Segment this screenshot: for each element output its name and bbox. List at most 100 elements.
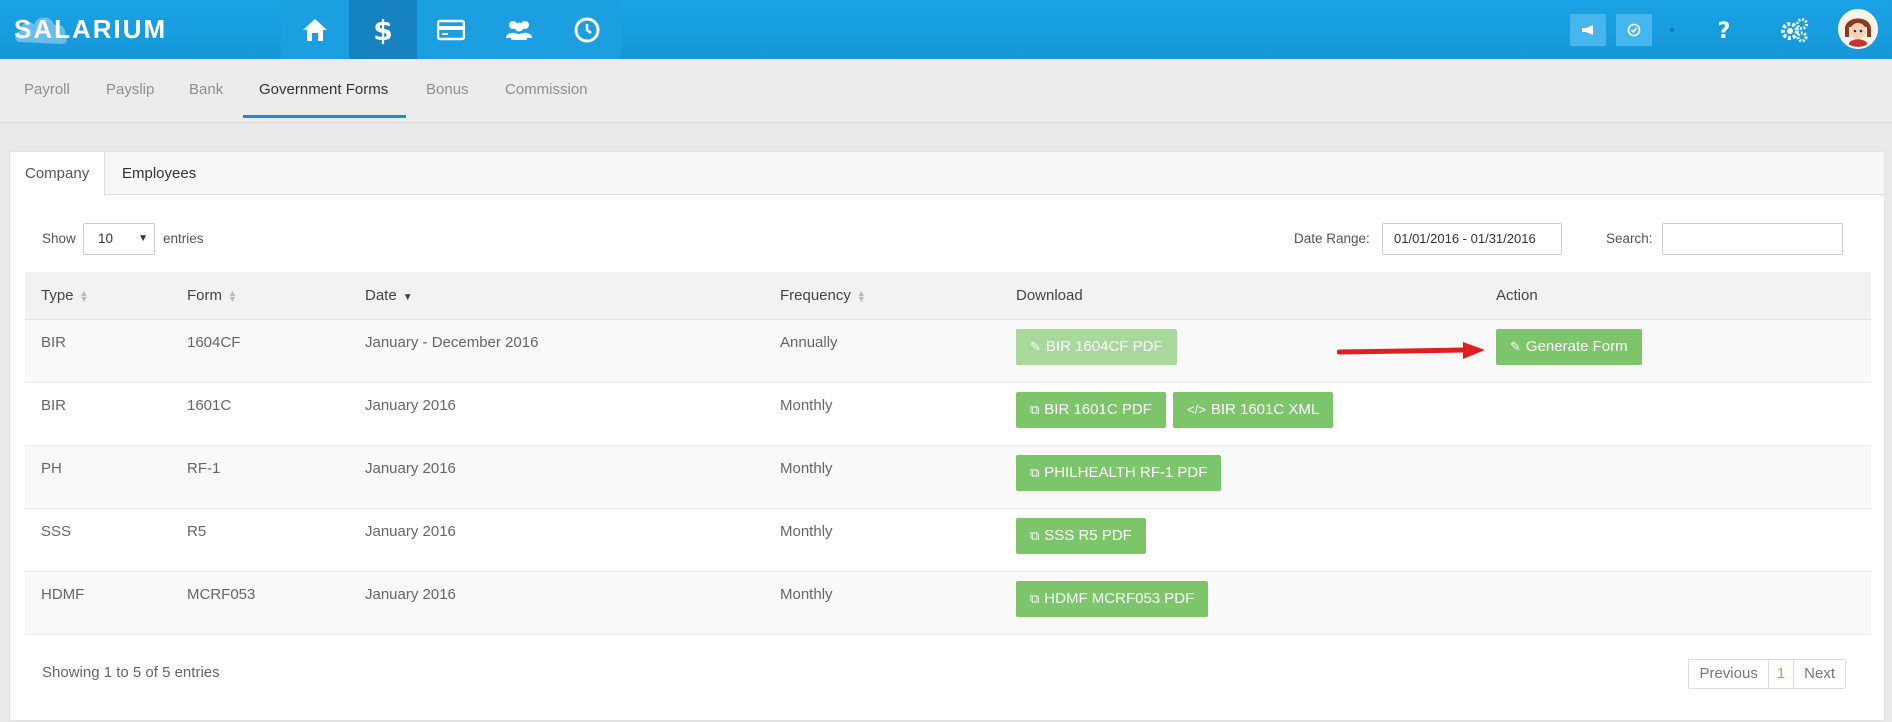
cell-frequency: Monthly [764,508,1000,572]
tab-employees[interactable]: Employees [107,152,211,195]
nav-time[interactable] [553,0,621,59]
check-circle-icon [1627,23,1641,37]
cell-date: January 2016 [349,571,764,635]
edit-icon: ✎ [1510,338,1521,354]
sort-icon: ▲ ▼ [79,287,89,304]
subnav-payslip[interactable]: Payslip [106,59,154,118]
nav-payroll[interactable]: $ [349,0,417,59]
cell-download: ⧉ BIR 1601C PDF </> BIR 1601C XML [1000,382,1480,446]
download-philhealth-rf1-pdf-button[interactable]: ⧉ PHILHEALTH RF-1 PDF [1016,454,1222,491]
avatar[interactable] [1838,9,1878,49]
cell-type: BIR [25,382,171,446]
sort-desc-icon: ▼ [402,291,413,303]
subnav-commission[interactable]: Commission [505,59,588,118]
cell-type: BIR [25,319,171,383]
settings-button[interactable] [1776,14,1812,46]
header-type-label: Type [41,286,74,304]
subnav-government-forms[interactable]: Government Forms [259,59,388,118]
nav-home[interactable] [281,0,349,59]
nav-employees[interactable] [485,0,553,59]
cell-date: January 2016 [349,382,764,446]
logo[interactable]: SALARIUM [14,8,167,50]
table-controls: Show 10 ▼ entries Date Range: 01/01/2016… [10,222,1884,256]
top-bar: SALARIUM $ ? [0,0,1892,59]
nav-loans[interactable] [417,0,485,59]
entries-label: entries [163,231,204,246]
table-row: HDMF MCRF053 January 2016 Monthly ⧉ HDMF … [25,571,1871,635]
generate-form-button[interactable]: ✎ Generate Form [1496,328,1642,365]
header-date[interactable]: Date ▼ [349,272,764,320]
entries-select[interactable]: 10 ▼ [83,223,155,255]
subnav-payroll[interactable]: Payroll [24,59,70,118]
cell-frequency: Monthly [764,445,1000,509]
button-label: BIR 1601C PDF [1044,400,1152,418]
button-label: BIR 1601C XML [1210,400,1320,418]
cell-download: ⧉ SSS R5 PDF [1000,508,1480,572]
button-label: SSS R5 PDF [1044,526,1132,544]
search-input[interactable] [1662,223,1843,255]
cell-frequency: Monthly [764,382,1000,446]
code-icon: </> [1187,401,1206,417]
cell-action [1480,571,1871,635]
cell-download: ⧉ HDMF MCRF053 PDF [1000,571,1480,635]
cell-action [1480,445,1871,509]
header-frequency[interactable]: Frequency ▲ ▼ [764,272,1000,320]
pagination-previous[interactable]: Previous [1689,660,1767,688]
table-row: PH RF-1 January 2016 Monthly ⧉ PHILHEALTH… [25,445,1871,509]
download-bir-1601c-xml-button[interactable]: </> BIR 1601C XML [1173,391,1334,428]
cell-action [1480,382,1871,446]
pagination-page[interactable]: 1 [1767,660,1793,688]
copy-icon: ⧉ [1030,527,1040,543]
sub-nav: Payroll Payslip Bank Government Forms Bo… [0,59,1892,123]
pagination-next[interactable]: Next [1793,660,1845,688]
header-form[interactable]: Form ▲ ▼ [171,272,349,320]
announcement-button[interactable] [1570,14,1606,46]
cell-form: R5 [171,508,349,572]
cell-form: MCRF053 [171,571,349,635]
download-hdmf-mcrf053-pdf-button[interactable]: ⧉ HDMF MCRF053 PDF [1016,580,1209,617]
table-row: BIR 1601C January 2016 Monthly ⧉ BIR 1601… [25,382,1871,446]
table-info: Showing 1 to 5 of 5 entries [42,664,220,681]
forms-table: Type ▲ ▼ Form ▲ ▼ Date ▼ Frequency ▲ ▼ Download… [25,272,1871,635]
dot-icon [1670,28,1674,32]
subnav-bank[interactable]: Bank [189,59,223,118]
status-dot [1654,14,1690,46]
tab-company[interactable]: Company [10,152,106,196]
cell-action [1480,508,1871,572]
header-type[interactable]: Type ▲ ▼ [25,272,171,320]
table-row: SSS R5 January 2016 Monthly ⧉ SSS R5 PDF [25,508,1871,572]
show-label: Show [42,231,76,246]
subnav-bonus[interactable]: Bonus [426,59,469,118]
tasks-button[interactable] [1616,14,1652,46]
edit-icon: ✎ [1030,338,1041,354]
cell-form: 1601C [171,382,349,446]
copy-icon: ⧉ [1030,464,1040,480]
button-label: HDMF MCRF053 PDF [1044,589,1195,607]
sort-icon: ▲ ▼ [856,287,866,304]
header-date-label: Date [365,286,397,304]
header-download-label: Download [1016,286,1083,304]
header-frequency-label: Frequency [780,286,851,304]
cell-action: ✎ Generate Form [1480,319,1871,383]
date-range-input[interactable]: 01/01/2016 - 01/31/2016 [1382,223,1562,255]
cell-form: RF-1 [171,445,349,509]
question-icon: ? [1718,19,1731,42]
caret-down-icon: ▼ [138,233,148,244]
help-button[interactable]: ? [1706,14,1742,46]
download-sss-r5-pdf-button[interactable]: ⧉ SSS R5 PDF [1016,517,1146,554]
cell-date: January 2016 [349,445,764,509]
date-range-label: Date Range: [1294,231,1370,246]
cell-form: 1604CF [171,319,349,383]
svg-text:?: ? [1718,19,1731,42]
button-label: Generate Form [1525,337,1628,355]
logo-text: SALARIUM [14,13,168,44]
panel-tabs: Company Employees [10,152,1884,196]
cell-type: SSS [25,508,171,572]
cell-date: January - December 2016 [349,319,764,383]
main-nav: $ [281,0,621,59]
button-label: BIR 1604CF PDF [1045,337,1163,355]
download-bir-1604cf-pdf-button[interactable]: ✎ BIR 1604CF PDF [1016,328,1177,365]
header-form-label: Form [187,286,222,304]
download-bir-1601c-pdf-button[interactable]: ⧉ BIR 1601C PDF [1016,391,1166,428]
cell-type: HDMF [25,571,171,635]
